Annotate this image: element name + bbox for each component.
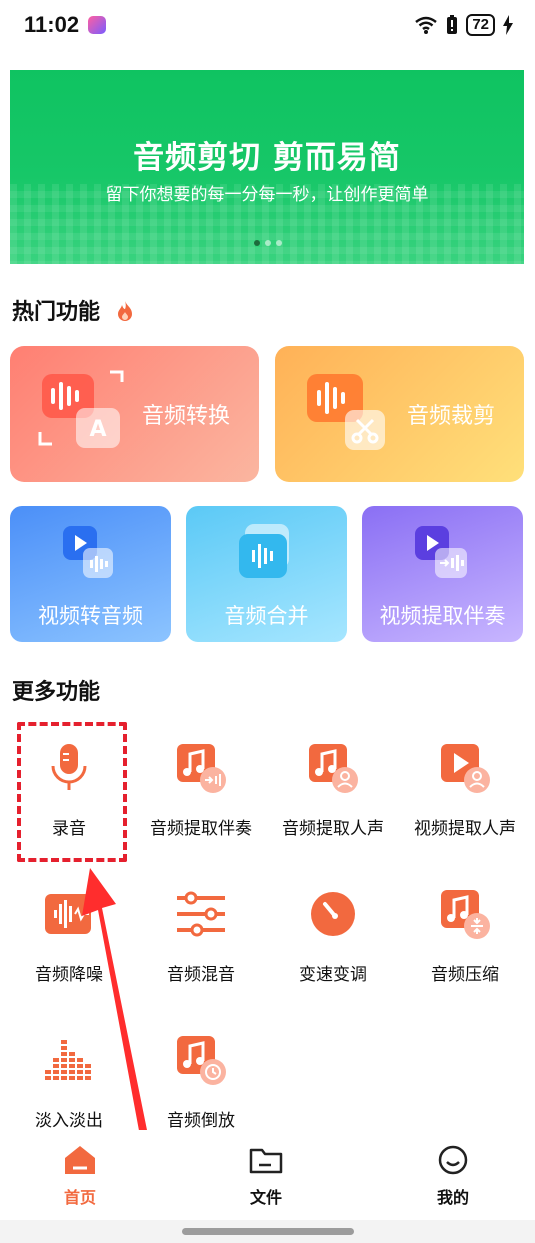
tab-mine[interactable]: 我的 (403, 1144, 503, 1208)
home-indicator[interactable] (182, 1228, 354, 1235)
mixer-sliders-icon (177, 891, 225, 937)
hot-section-title: 热门功能 (12, 294, 134, 326)
fade-bars-icon (45, 1040, 91, 1080)
audio-extract-accompaniment-item[interactable]: 音频提取伴奏 (134, 742, 268, 862)
audio-denoise-item[interactable]: 音频降噪 (2, 888, 136, 1008)
fade-in-out-label: 淡入淡出 (35, 1111, 103, 1131)
audio-mix-label: 音频混音 (167, 965, 235, 985)
battery-alert-icon (447, 15, 458, 34)
audio-reverse-label: 音频倒放 (167, 1111, 235, 1131)
video-to-audio-icon (62, 526, 113, 578)
pager-dot (275, 240, 282, 246)
audio-denoise-label: 音频降噪 (35, 965, 103, 985)
charging-icon (503, 15, 513, 35)
tab-mine-label: 我的 (436, 1188, 469, 1207)
wifi-icon (415, 16, 438, 34)
status-bar: 11:02 72 (0, 0, 535, 52)
tab-files-label: 文件 (249, 1188, 282, 1207)
video-to-audio-card[interactable]: 视频转音频 (10, 506, 171, 642)
music-extract-icon (177, 744, 226, 793)
audio-convert-card[interactable]: A 音频转换 (10, 346, 259, 482)
music-compress-icon (441, 890, 490, 939)
status-time: 11:02 (24, 12, 80, 37)
music-vocal-icon (309, 744, 358, 793)
audio-merge-icon (238, 524, 289, 578)
audio-trim-card[interactable]: 音频裁剪 (275, 346, 524, 482)
video-extract-accompaniment-card[interactable]: 视频提取伴奏 (362, 506, 523, 642)
banner-pager (0, 240, 535, 246)
pager-dot (253, 240, 260, 246)
smile-icon (438, 1145, 468, 1175)
pager-dot (264, 240, 271, 246)
audio-merge-label: 音频合并 (224, 604, 309, 628)
speed-pitch-item[interactable]: 变速变调 (266, 888, 400, 1008)
audio-extract-vocal-item[interactable]: 音频提取人声 (266, 742, 400, 862)
more-section-title: 更多功能 (12, 680, 101, 705)
audio-convert-icon: A (38, 370, 124, 448)
audio-compress-item[interactable]: 音频压缩 (398, 888, 532, 1008)
folder-icon (249, 1148, 283, 1174)
audio-merge-card[interactable]: 音频合并 (186, 506, 347, 642)
promo-banner[interactable]: 音频剪切 剪而易简 留下你想要的每一分每一秒，让创作更简单 (10, 70, 524, 264)
banner-subtitle: 留下你想要的每一分每一秒，让创作更简单 (105, 185, 429, 205)
audio-extract-vocal-label: 音频提取人声 (282, 819, 384, 839)
home-icon (65, 1146, 95, 1174)
hot-title-text: 热门功能 (12, 300, 101, 325)
video-extract-vocal-item[interactable]: 视频提取人声 (398, 742, 532, 862)
audio-convert-label: 音频转换 (142, 404, 231, 429)
highlight-box (17, 722, 127, 862)
bottom-tab-bar: 首页 文件 我的 (0, 1130, 535, 1220)
music-reverse-icon (177, 1036, 226, 1085)
video-extract-accompaniment-label: 视频提取伴奏 (379, 604, 506, 628)
video-accompaniment-icon (414, 526, 467, 578)
tab-home[interactable]: 首页 (30, 1144, 130, 1208)
video-to-audio-label: 视频转音频 (38, 604, 143, 628)
tab-home-label: 首页 (63, 1188, 96, 1207)
video-vocal-icon (441, 744, 490, 793)
app-notification-icon (88, 16, 106, 34)
tab-files[interactable]: 文件 (216, 1144, 316, 1208)
battery-level: 72 (466, 14, 495, 36)
audio-extract-accompaniment-label: 音频提取伴奏 (150, 819, 252, 839)
status-right: 72 (414, 14, 513, 36)
audio-trim-label: 音频裁剪 (407, 404, 496, 429)
banner-title: 音频剪切 剪而易简 (133, 140, 401, 176)
audio-trim-icon (307, 374, 385, 450)
audio-compress-label: 音频压缩 (431, 965, 499, 985)
speedometer-icon (311, 892, 355, 936)
audio-mix-item[interactable]: 音频混音 (134, 888, 268, 1008)
svg-text:A: A (89, 417, 106, 442)
speed-pitch-label: 变速变调 (299, 965, 367, 985)
waveform-denoise-icon (45, 894, 91, 934)
video-extract-vocal-label: 视频提取人声 (414, 819, 516, 839)
fire-icon (117, 301, 132, 321)
